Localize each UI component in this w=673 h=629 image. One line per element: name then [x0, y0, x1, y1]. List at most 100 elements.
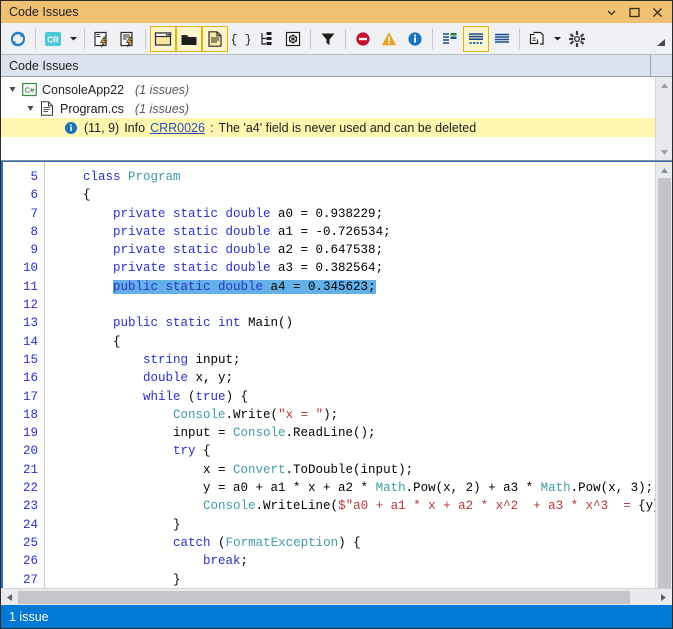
code-line[interactable]: input = Console.ReadLine(); — [53, 424, 655, 442]
tree-scroll-up-arrow[interactable] — [656, 77, 673, 93]
editor-vertical-scrollbar[interactable] — [655, 162, 672, 588]
file-expander-icon[interactable] — [25, 103, 36, 114]
refresh-button[interactable] — [5, 26, 31, 52]
coderush-button[interactable]: CR — [40, 26, 66, 52]
detail-view-button[interactable] — [463, 25, 489, 52]
toolbar-separator — [432, 28, 433, 49]
filter-button[interactable] — [315, 26, 341, 52]
code-text-area[interactable]: class Program { private static double a0… — [45, 162, 655, 588]
code-issues-window: Code Issues CR Code Issues C# ConsoleApp… — [0, 0, 673, 629]
hscroll-right-arrow[interactable] — [655, 589, 672, 606]
tree-scroll-down-arrow[interactable] — [656, 144, 673, 160]
code-token: a3 = 0.382564; — [278, 261, 384, 276]
column-header-spacer — [651, 55, 672, 76]
code-line[interactable]: y = a0 + a1 * x + a2 * Math.Pow(x, 2) + … — [53, 479, 655, 497]
window-maximize-button[interactable] — [627, 5, 641, 19]
errors-toggle[interactable] — [350, 26, 376, 52]
tree-vertical-scrollbar[interactable] — [655, 77, 672, 160]
export-dropdown[interactable] — [550, 26, 564, 52]
code-token: "x = " — [278, 407, 324, 422]
code-token: public static int — [113, 316, 249, 331]
code-line[interactable]: private static double a2 = 0.647538; — [53, 241, 655, 259]
code-line[interactable]: while (true) { — [53, 388, 655, 406]
warnings-toggle[interactable] — [376, 26, 402, 52]
code-token: ; — [240, 554, 249, 569]
code-line[interactable] — [53, 296, 655, 314]
code-line[interactable]: string input; — [53, 351, 655, 369]
toolbar-overflow-chevron-icon[interactable] — [655, 36, 666, 50]
info-toggle[interactable] — [402, 26, 428, 52]
code-line[interactable]: public static int Main() — [53, 314, 655, 332]
scope-project-button[interactable] — [176, 25, 202, 52]
issue-position: (11, 9) — [84, 120, 120, 135]
tree-scroll-track[interactable] — [656, 93, 673, 144]
code-line[interactable]: x = Convert.ToDouble(input); — [53, 461, 655, 479]
code-token: private static double — [113, 224, 279, 239]
coderush-dropdown[interactable] — [66, 26, 80, 52]
issue-message: The 'a4' field is never used and can be … — [218, 120, 477, 135]
code-line[interactable]: private static double a0 = 0.938229; — [53, 205, 655, 223]
line-number: 14 — [22, 334, 38, 349]
export-button[interactable] — [524, 26, 550, 52]
line-number: 10 — [22, 261, 38, 276]
code-token: class — [83, 170, 129, 184]
show-hierarchy-button[interactable] — [254, 26, 280, 52]
code-line[interactable]: } — [53, 571, 655, 588]
code-token: { — [53, 188, 91, 203]
flat-view-button[interactable] — [489, 26, 515, 52]
column-header-code-issues[interactable]: Code Issues — [1, 55, 651, 76]
scope-document-button[interactable] — [202, 25, 228, 52]
line-number: 12 — [22, 298, 38, 313]
line-number: 17 — [22, 389, 38, 404]
code-line[interactable]: } — [53, 516, 655, 534]
show-code-button[interactable]: { } — [228, 26, 254, 52]
code-editor[interactable]: 5 6 7 8 9 10 11 12 13 14 15 16 17 18 19 20 21 22 23 24 25 26 2… — [1, 162, 655, 588]
code-line[interactable]: private static double a1 = -0.726534; — [53, 223, 655, 241]
toolbar-separator — [84, 28, 85, 49]
code-token: true — [195, 389, 226, 404]
settings-button[interactable] — [564, 26, 590, 52]
code-line[interactable]: { — [53, 333, 655, 351]
tree-row-file[interactable]: Program.cs (1 issues) — [1, 99, 655, 118]
editor-scroll-up-arrow[interactable] — [656, 162, 673, 178]
hscroll-left-arrow[interactable] — [1, 589, 18, 606]
code-line[interactable]: catch (FormatException) { — [53, 534, 655, 552]
analyze-solution-button[interactable] — [115, 26, 141, 52]
group-by-button[interactable] — [437, 26, 463, 52]
issue-code-link[interactable]: CRR0026 — [150, 121, 205, 135]
editor-scroll-track[interactable] — [656, 178, 673, 588]
window-close-button[interactable] — [650, 5, 664, 19]
code-line[interactable]: Console.WriteLine($"a0 + a1 * x + a2 * x… — [53, 497, 655, 515]
code-token: input; — [195, 352, 241, 367]
line-number: 5 — [30, 170, 38, 184]
code-line[interactable]: break; — [53, 552, 655, 570]
project-expander-icon[interactable] — [7, 84, 18, 95]
info-icon — [63, 120, 79, 136]
tree-row-issue[interactable]: (11, 9) Info CRR0026 : The 'a4' field is… — [1, 118, 655, 137]
code-line[interactable]: private static double a3 = 0.382564; — [53, 259, 655, 277]
editor-scroll-thumb[interactable] — [657, 178, 671, 588]
code-line[interactable]: { — [53, 186, 655, 204]
selected-code-span[interactable]: public static double a4 = 0.345623; — [113, 279, 376, 294]
code-token: .ReadLine(); — [285, 426, 376, 441]
show-assembly-button[interactable] — [280, 26, 306, 52]
editor-horizontal-scrollbar[interactable] — [1, 588, 672, 605]
code-line[interactable]: double x, y; — [53, 369, 655, 387]
window-dropdown-button[interactable] — [604, 5, 618, 19]
hscroll-track[interactable] — [18, 589, 655, 606]
scope-open-documents-button[interactable] — [150, 25, 176, 52]
code-line[interactable]: Console.Write("x = "); — [53, 406, 655, 424]
code-line[interactable]: try { — [53, 442, 655, 460]
hscroll-thumb[interactable] — [18, 590, 630, 604]
analyze-document-button[interactable] — [89, 26, 115, 52]
line-number: 18 — [22, 407, 38, 422]
tree-row-project[interactable]: C# ConsoleApp22 (1 issues) — [1, 80, 655, 99]
code-token: ); — [323, 407, 339, 422]
code-line[interactable]: class Program — [53, 168, 655, 186]
line-number: 11 — [22, 279, 38, 294]
code-line[interactable]: public static double a4 = 0.345623; — [53, 278, 655, 296]
code-token: Convert — [233, 462, 286, 477]
